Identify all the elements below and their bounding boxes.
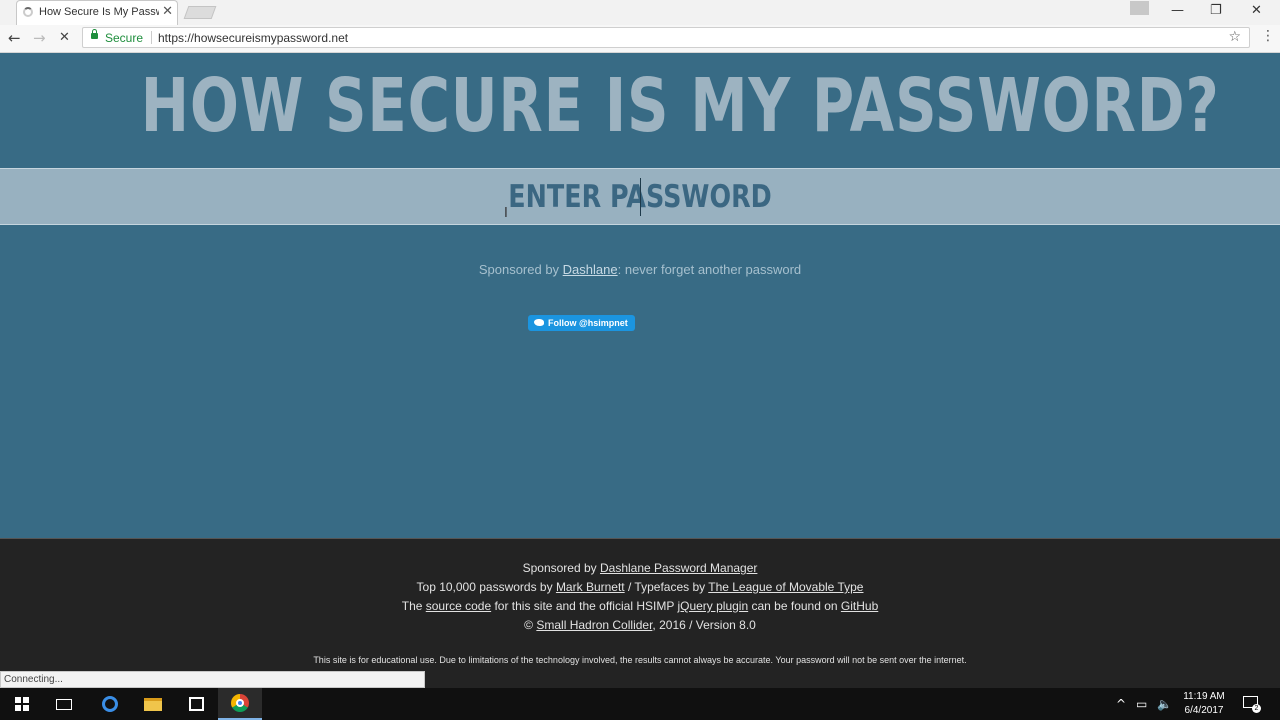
disclaimer: This site is for educational use. Due to… <box>313 655 967 665</box>
url-text[interactable]: https://howsecureismypassword.net <box>158 31 348 45</box>
footer-text: The <box>401 599 426 613</box>
footer-text: / Typefaces by <box>624 580 709 594</box>
folder-icon <box>144 697 162 711</box>
tab-close-icon[interactable]: ✕ <box>162 4 173 19</box>
task-view-icon <box>56 698 72 710</box>
volume-icon[interactable]: 🔈 <box>1157 697 1172 711</box>
windows-logo-icon <box>15 697 29 711</box>
page-footer: Sponsored by Dashlane Password Manager T… <box>0 538 1280 688</box>
chrome-button[interactable] <box>218 688 262 720</box>
follow-label: Follow @hsimpnet <box>548 318 628 328</box>
loading-spinner-icon <box>23 7 33 17</box>
password-band: I <box>0 168 1280 225</box>
source-code-link[interactable]: source code <box>426 599 491 613</box>
profile-icon[interactable] <box>1130 1 1149 15</box>
menu-icon[interactable]: ⋮ <box>1261 28 1275 44</box>
store-button[interactable] <box>174 688 218 720</box>
secure-label: Secure <box>105 31 144 45</box>
tab-title: How Secure Is My Password? <box>39 6 159 18</box>
text-caret <box>640 178 641 216</box>
task-view-button[interactable] <box>42 688 86 720</box>
github-link[interactable]: GitHub <box>841 599 878 613</box>
clock-date: 6/4/2017 <box>1184 705 1224 716</box>
store-icon <box>188 697 204 711</box>
footer-copyright-line: © Small Hadron Collider, 2016 / Version … <box>0 618 1280 632</box>
clock[interactable]: 11:19 AM 6/4/2017 <box>1176 690 1232 718</box>
new-tab-button[interactable] <box>183 6 217 19</box>
footer-text: , 2016 / Version 8.0 <box>652 618 756 632</box>
back-icon[interactable]: ← <box>8 29 21 47</box>
stop-loading-icon[interactable]: ✕ <box>59 30 70 45</box>
sponsor-line: Sponsored by Dashlane: never forget anot… <box>0 262 1280 277</box>
taskbar: ^ ▭ 🔈 11:19 AM 6/4/2017 2 <box>0 688 1280 720</box>
dashlane-link[interactable]: Dashlane <box>563 262 618 277</box>
footer-text: Top 10,000 passwords by <box>416 580 556 594</box>
divider <box>151 31 152 44</box>
footer-text: for this site and the official HSIMP <box>491 599 678 613</box>
lock-icon <box>91 29 98 39</box>
league-of-movable-type-link[interactable]: The League of Movable Type <box>708 580 863 594</box>
start-button[interactable] <box>0 688 44 720</box>
chrome-icon <box>231 694 249 712</box>
footer-sponsor-line: Sponsored by Dashlane Password Manager <box>0 561 1280 575</box>
forward-icon[interactable]: → <box>33 29 46 47</box>
minimize-icon[interactable]: — <box>1171 3 1184 18</box>
ibeam-cursor-icon: I <box>504 206 508 221</box>
sponsor-suffix: : never forget another password <box>617 262 802 277</box>
sponsor-prefix: Sponsored by <box>478 262 563 277</box>
twitter-bird-icon <box>534 319 544 326</box>
notification-count-badge: 2 <box>1252 704 1261 713</box>
file-explorer-button[interactable] <box>131 688 175 720</box>
status-bubble: Connecting... <box>0 671 425 688</box>
tab-strip: How Secure Is My Password? ✕ — ❐ ✕ <box>0 0 1280 25</box>
footer-text: © <box>524 618 537 632</box>
page-title: HOW SECURE IS MY PASSWORD? <box>140 63 1220 149</box>
twitter-follow-button[interactable]: Follow @hsimpnet <box>528 315 635 331</box>
footer-source-line: The source code for this site and the of… <box>0 599 1280 613</box>
small-hadron-collider-link[interactable]: Small Hadron Collider <box>536 618 652 632</box>
footer-text: can be found on <box>748 599 841 613</box>
restore-icon[interactable]: ❐ <box>1210 3 1222 18</box>
browser-tab[interactable]: How Secure Is My Password? ✕ <box>16 0 178 25</box>
chevron-up-icon[interactable]: ^ <box>1116 697 1126 711</box>
bookmark-star-icon[interactable]: ☆ <box>1228 29 1241 45</box>
address-bar[interactable]: Secure https://howsecureismypassword.net… <box>82 27 1250 48</box>
dashlane-password-manager-link[interactable]: Dashlane Password Manager <box>600 561 757 575</box>
close-window-icon[interactable]: ✕ <box>1251 3 1262 18</box>
footer-credits-line: Top 10,000 passwords by Mark Burnett / T… <box>0 580 1280 594</box>
edge-icon <box>102 696 118 712</box>
browser-toolbar: ← → ✕ Secure https://howsecureismypasswo… <box>0 25 1280 53</box>
page-body: HOW SECURE IS MY PASSWORD? I Sponsored b… <box>0 53 1280 538</box>
mark-burnett-link[interactable]: Mark Burnett <box>556 580 625 594</box>
jquery-plugin-link[interactable]: jQuery plugin <box>677 599 748 613</box>
network-icon[interactable]: ▭ <box>1136 697 1147 711</box>
footer-text: Sponsored by <box>522 561 600 575</box>
edge-button[interactable] <box>88 688 132 720</box>
clock-time: 11:19 AM <box>1183 691 1225 702</box>
